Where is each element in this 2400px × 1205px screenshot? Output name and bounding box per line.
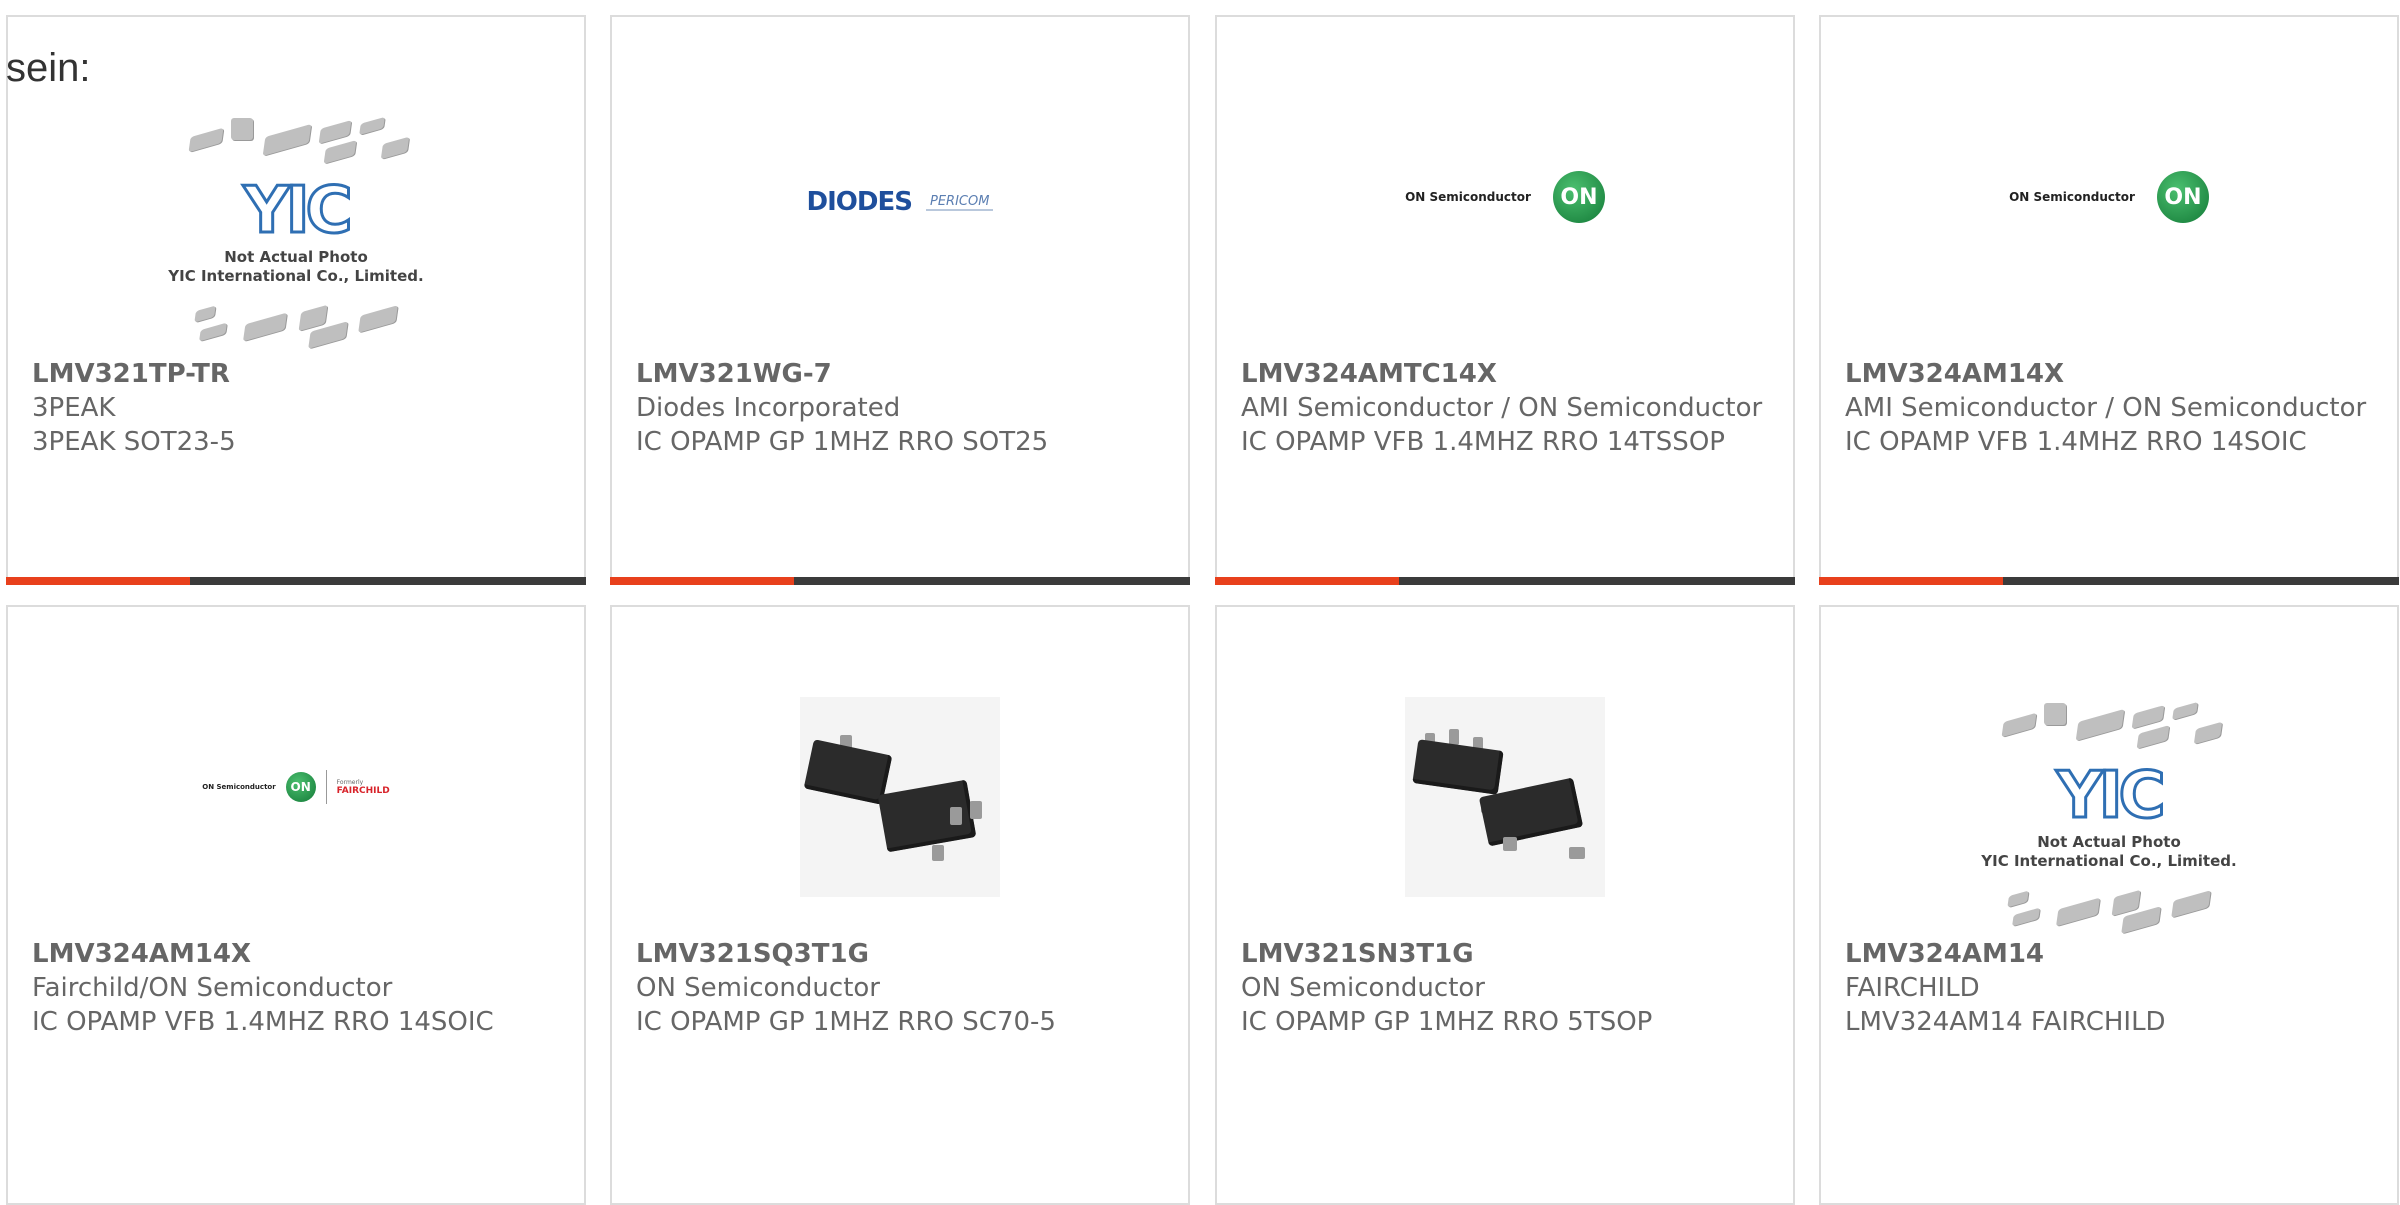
product-image[interactable]: ON Semiconductor ON <box>1217 97 1793 367</box>
description: IC OPAMP VFB 1.4MHZ RRO 14SOIC <box>32 1007 494 1037</box>
product-info: LMV324AM14X AMI Semiconductor / ON Semic… <box>1845 357 2377 459</box>
product-card[interactable]: LMV321SN3T1G ON Semiconductor IC OPAMP G… <box>1215 605 1795 1205</box>
product-info: LMV321SN3T1G ON Semiconductor IC OPAMP G… <box>1241 937 1773 1039</box>
product-card[interactable]: YIC Not Actual Photo YIC International C… <box>1819 605 2399 1205</box>
part-number[interactable]: LMV324AMTC14X <box>1241 357 1773 391</box>
tsop-package-photo <box>1405 697 1605 897</box>
product-card[interactable]: ON Semiconductor ON LMV324AM14X AMI Semi… <box>1819 15 2399 585</box>
card-bottom-bar <box>610 577 1190 585</box>
product-info: LMV321SQ3T1G ON Semiconductor IC OPAMP G… <box>636 937 1168 1039</box>
image-caption: Not Actual Photo YIC International Co., … <box>1981 833 2237 870</box>
manufacturer: AMI Semiconductor / ON Semiconductor <box>1845 393 2367 423</box>
description: IC OPAMP GP 1MHZ RRO SC70-5 <box>636 1007 1056 1037</box>
on-semiconductor-logo: ON Semiconductor ON <box>1405 171 1605 223</box>
intro-text: sein: <box>6 46 91 90</box>
description: IC OPAMP GP 1MHZ RRO 5TSOP <box>1241 1007 1653 1037</box>
manufacturer: Fairchild/ON Semiconductor <box>32 973 393 1003</box>
sc70-package-photo <box>800 697 1000 897</box>
yic-placeholder-image: YIC Not Actual Photo YIC International C… <box>1974 697 2244 937</box>
card-bottom-bar <box>1215 577 1795 585</box>
on-semiconductor-logo: ON Semiconductor ON <box>2009 171 2209 223</box>
diodes-logo: DIODES PERICOM <box>807 187 994 217</box>
part-number[interactable]: LMV324AM14X <box>1845 357 2377 391</box>
product-image[interactable]: ON Semiconductor ON Formerly FAIRCHILD <box>8 667 584 967</box>
product-card[interactable]: DIODES PERICOM LMV321WG-7 Diodes Incorpo… <box>610 15 1190 585</box>
product-card[interactable]: ON Semiconductor ON LMV324AMTC14X AMI Se… <box>1215 15 1795 585</box>
part-number[interactable]: LMV321WG-7 <box>636 357 1168 391</box>
part-number[interactable]: LMV324AM14 <box>1845 937 2377 971</box>
product-info: LMV324AMTC14X AMI Semiconductor / ON Sem… <box>1241 357 1773 459</box>
product-image[interactable] <box>612 667 1188 967</box>
manufacturer: Diodes Incorporated <box>636 393 901 423</box>
description: IC OPAMP VFB 1.4MHZ RRO 14SOIC <box>1845 427 2307 457</box>
part-number[interactable]: LMV321TP-TR <box>32 357 564 391</box>
description: LMV324AM14 FAIRCHILD <box>1845 1007 2166 1037</box>
on-logo-icon: ON <box>2156 171 2209 223</box>
description: IC OPAMP VFB 1.4MHZ RRO 14TSSOP <box>1241 427 1725 457</box>
yic-logo: YIC <box>242 173 354 250</box>
description: IC OPAMP GP 1MHZ RRO SOT25 <box>636 427 1049 457</box>
card-bottom-bar <box>6 577 586 585</box>
on-logo-icon: ON <box>1552 171 1605 223</box>
part-number[interactable]: LMV324AM14X <box>32 937 564 971</box>
description: 3PEAK SOT23-5 <box>32 427 236 457</box>
manufacturer: AMI Semiconductor / ON Semiconductor <box>1241 393 1763 423</box>
yic-logo: YIC <box>2055 758 2167 835</box>
manufacturer: ON Semiconductor <box>1241 973 1485 1003</box>
product-image[interactable]: YIC Not Actual Photo YIC International C… <box>8 97 584 367</box>
on-fairchild-logo: ON Semiconductor ON Formerly FAIRCHILD <box>202 770 390 804</box>
product-grid: YIC Not Actual Photo YIC International C… <box>0 0 2400 1205</box>
product-image[interactable] <box>1217 667 1793 967</box>
part-number[interactable]: LMV321SQ3T1G <box>636 937 1168 971</box>
product-info: LMV321WG-7 Diodes Incorporated IC OPAMP … <box>636 357 1168 459</box>
fairchild-logo: Formerly FAIRCHILD <box>336 778 390 796</box>
manufacturer: ON Semiconductor <box>636 973 880 1003</box>
product-card[interactable]: YIC Not Actual Photo YIC International C… <box>6 15 586 585</box>
product-image[interactable]: YIC Not Actual Photo YIC International C… <box>1821 667 2397 967</box>
product-card[interactable]: ON Semiconductor ON Formerly FAIRCHILD L… <box>6 605 586 1205</box>
part-number[interactable]: LMV321SN3T1G <box>1241 937 1773 971</box>
product-card[interactable]: LMV321SQ3T1G ON Semiconductor IC OPAMP G… <box>610 605 1190 1205</box>
manufacturer: 3PEAK <box>32 393 116 423</box>
product-image[interactable]: DIODES PERICOM <box>612 97 1188 367</box>
product-info: LMV321TP-TR 3PEAK 3PEAK SOT23-5 <box>32 357 564 459</box>
yic-placeholder-image: YIC Not Actual Photo YIC International C… <box>161 112 431 352</box>
product-info: LMV324AM14X Fairchild/ON Semiconductor I… <box>32 937 564 1039</box>
product-image[interactable]: ON Semiconductor ON <box>1821 97 2397 367</box>
on-logo-icon: ON <box>285 772 316 802</box>
image-caption: Not Actual Photo YIC International Co., … <box>168 248 424 285</box>
product-info: LMV324AM14 FAIRCHILD LMV324AM14 FAIRCHIL… <box>1845 937 2377 1039</box>
manufacturer: FAIRCHILD <box>1845 973 1980 1003</box>
card-bottom-bar <box>1819 577 2399 585</box>
